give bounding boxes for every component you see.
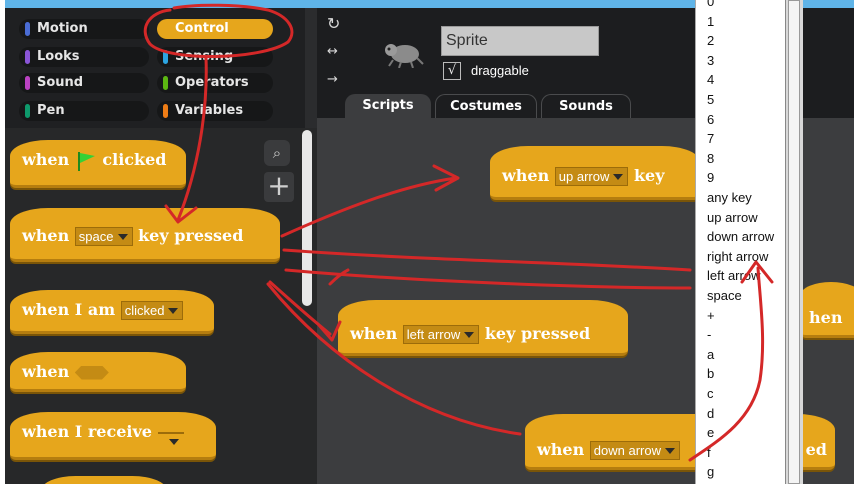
menu-item[interactable]: right arrow [707, 247, 768, 266]
category-color-bar [25, 50, 30, 64]
menu-item[interactable]: d [707, 404, 714, 423]
rotation-none-icon[interactable]: → [327, 72, 338, 87]
tab-sounds[interactable]: Sounds [541, 94, 631, 118]
tab-scripts[interactable]: Scripts [345, 94, 431, 118]
block-text: hen [809, 308, 843, 327]
category-label: Variables [175, 103, 244, 118]
category-label: Control [175, 21, 229, 36]
category-label: Motion [37, 21, 88, 36]
message-dropdown[interactable] [157, 431, 184, 445]
category-color-bar [163, 76, 168, 90]
key-dropdown[interactable]: down arrow [589, 441, 680, 460]
category-color-bar [163, 50, 168, 64]
block-text: when [502, 166, 550, 185]
menu-item[interactable]: 5 [707, 90, 714, 109]
palette-scrollbar[interactable] [302, 130, 312, 306]
category-color-bar [163, 22, 168, 36]
category-label: Pen [37, 103, 65, 118]
block-partial [41, 476, 167, 484]
key-dropdown[interactable]: left arrow [402, 325, 480, 344]
make-block-button[interactable]: + [264, 172, 294, 202]
script-when-left-arrow[interactable]: when left arrow key pressed [338, 300, 628, 356]
menu-item[interactable]: left arrow [707, 266, 760, 285]
menu-item[interactable]: a [707, 345, 714, 364]
block-text: when I receive [22, 422, 152, 441]
snap-editor-window: Motion Looks Sound Pen Control Sensing O… [5, 0, 854, 484]
menu-item[interactable]: 1 [707, 12, 714, 31]
interaction-dropdown[interactable]: clicked [120, 301, 184, 320]
sprite-name-input[interactable]: Sprite [441, 26, 599, 56]
block-text: key pressed [138, 226, 244, 245]
block-when-key-pressed[interactable]: when space key pressed [10, 208, 280, 262]
draggable-checkbox[interactable]: √ [443, 62, 461, 80]
rotation-any-icon[interactable]: ↻ [327, 14, 340, 33]
menu-item[interactable]: 2 [707, 31, 714, 50]
menu-item[interactable]: space [707, 286, 742, 305]
tab-costumes[interactable]: Costumes [435, 94, 537, 118]
category-color-bar [25, 22, 30, 36]
key-dropdown[interactable]: up arrow [554, 167, 629, 186]
block-text: key [633, 166, 665, 185]
plus-icon: + [267, 169, 291, 202]
menu-item[interactable]: + [707, 306, 715, 325]
category-color-bar [25, 76, 30, 90]
category-label: Sound [37, 75, 84, 90]
menu-item[interactable]: - [707, 325, 711, 344]
category-color-bar [25, 104, 30, 118]
menu-item[interactable]: up arrow [707, 208, 758, 227]
category-variables[interactable]: Variables [157, 101, 273, 121]
block-text: when [22, 362, 70, 381]
search-button[interactable]: ⌕ [264, 140, 290, 166]
menu-item[interactable]: 4 [707, 70, 714, 89]
category-operators[interactable]: Operators [157, 73, 273, 93]
block-when-i-am-clicked[interactable]: when I am clicked [10, 290, 214, 334]
condition-slot[interactable] [74, 365, 109, 380]
category-label: Sensing [175, 49, 234, 64]
category-sensing[interactable]: Sensing [157, 47, 273, 67]
category-selector: Motion Looks Sound Pen Control Sensing O… [5, 8, 305, 128]
menu-item[interactable]: e [707, 423, 714, 442]
block-text: when [537, 440, 585, 459]
category-pen[interactable]: Pen [19, 101, 149, 121]
rotation-flip-icon[interactable]: ↔ [327, 44, 338, 59]
green-flag-icon [77, 151, 95, 171]
block-text: when [22, 226, 70, 245]
script-partial-right[interactable]: hen [801, 282, 854, 338]
block-text: clicked [102, 150, 167, 169]
menu-item[interactable]: 3 [707, 51, 714, 70]
menu-item[interactable]: 6 [707, 110, 714, 129]
sprite-thumbnail-icon [385, 44, 424, 68]
category-motion[interactable]: Motion [19, 19, 149, 39]
menu-item[interactable]: down arrow [707, 227, 774, 246]
search-icon: ⌕ [272, 144, 282, 162]
category-sound[interactable]: Sound [19, 73, 149, 93]
menu-item[interactable]: 0 [707, 0, 714, 11]
menu-item[interactable]: g [707, 462, 714, 481]
category-looks[interactable]: Looks [19, 47, 149, 67]
block-when-i-receive[interactable]: when I receive [10, 412, 216, 460]
category-label: Looks [37, 49, 80, 64]
category-label: Operators [175, 75, 249, 90]
menu-item[interactable]: f [707, 443, 711, 462]
menu-item[interactable]: 7 [707, 129, 714, 148]
menu-scroll-thumb[interactable] [788, 0, 800, 484]
block-text: when I am [22, 300, 116, 319]
block-text: ed [805, 440, 827, 459]
menu-item[interactable]: 8 [707, 149, 714, 168]
block-when-flag-clicked[interactable]: when clicked [10, 140, 186, 188]
category-color-bar [163, 104, 168, 118]
draggable-label: draggable [471, 63, 529, 78]
menu-item[interactable]: b [707, 364, 714, 383]
block-text: when [22, 150, 70, 169]
menu-item[interactable]: any key [707, 188, 752, 207]
key-dropdown[interactable]: space [74, 227, 133, 246]
menu-item[interactable]: c [707, 384, 714, 403]
block-text: when [350, 324, 398, 343]
menu-item[interactable]: 9 [707, 168, 714, 187]
block-when-condition[interactable]: when [10, 352, 186, 392]
category-control[interactable]: Control [157, 19, 273, 39]
block-text: key pressed [484, 324, 591, 343]
script-when-up-arrow[interactable]: when up arrow key [490, 146, 700, 200]
